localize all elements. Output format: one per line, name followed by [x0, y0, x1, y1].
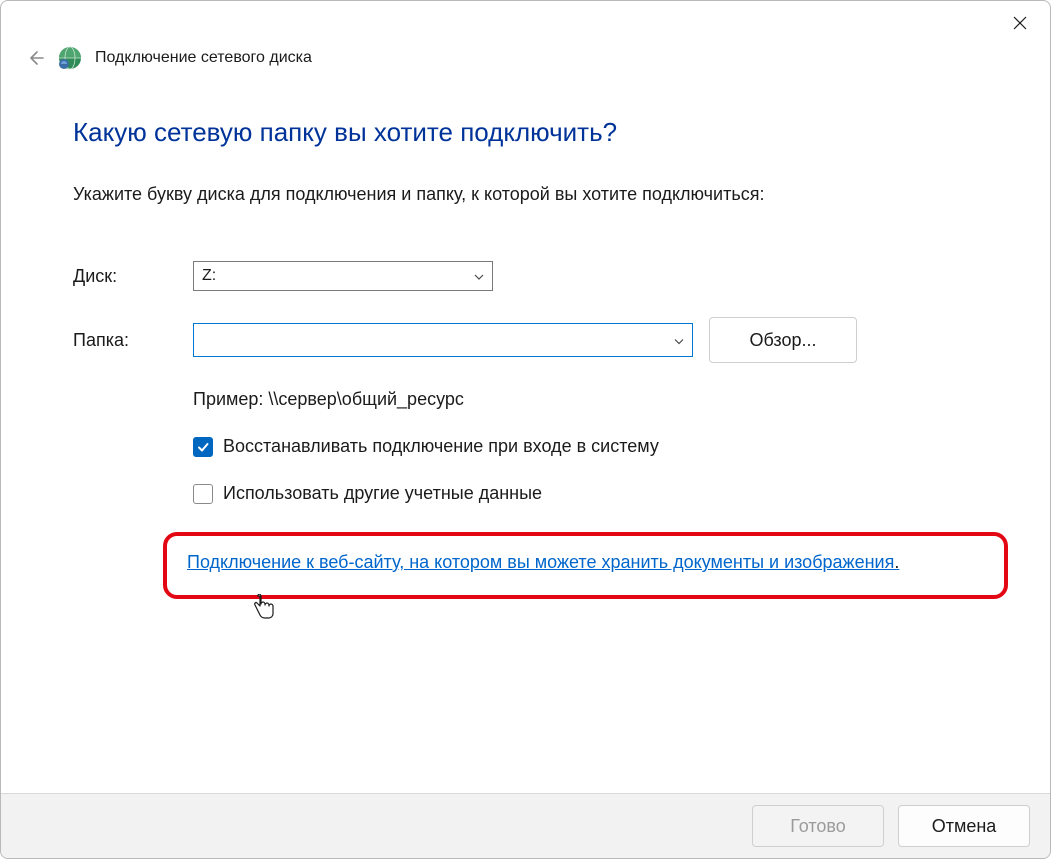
cancel-button[interactable]: Отмена: [898, 805, 1030, 847]
browse-button[interactable]: Обзор...: [709, 317, 857, 363]
credentials-checkbox[interactable]: [193, 484, 213, 504]
cancel-button-label: Отмена: [932, 816, 997, 837]
reconnect-checkbox-row[interactable]: Восстанавливать подключение при входе в …: [193, 436, 978, 457]
instruction-text: Укажите букву диска для подключения и па…: [73, 184, 978, 205]
header: Подключение сетевого диска: [1, 45, 1050, 77]
example-text: Пример: \\сервер\общий_ресурс: [193, 389, 978, 410]
main-heading: Какую сетевую папку вы хотите подключить…: [73, 117, 978, 148]
back-button[interactable]: [25, 48, 45, 68]
checkmark-icon: [196, 440, 210, 454]
link-highlight-box: Подключение к веб-сайту, на котором вы м…: [163, 532, 1008, 599]
reconnect-checkbox[interactable]: [193, 437, 213, 457]
close-button[interactable]: [998, 4, 1042, 42]
link-label: Подключение к веб-сайту, на котором вы м…: [187, 552, 894, 572]
close-icon: [1013, 16, 1027, 30]
folder-combobox[interactable]: [193, 323, 693, 357]
finish-button: Готово: [752, 805, 884, 847]
network-drive-icon: [57, 45, 83, 71]
finish-button-label: Готово: [790, 816, 846, 837]
drive-label: Диск:: [73, 266, 193, 287]
chevron-down-icon: [474, 267, 484, 285]
credentials-checkbox-row[interactable]: Использовать другие учетные данные: [193, 483, 978, 504]
browse-button-label: Обзор...: [750, 330, 817, 351]
form: Диск: Z: Папка: Обзор...: [73, 261, 978, 599]
chevron-down-icon: [674, 332, 684, 349]
back-arrow-icon: [26, 49, 44, 67]
content-area: Какую сетевую папку вы хотите подключить…: [1, 77, 1050, 793]
reconnect-checkbox-label: Восстанавливать подключение при входе в …: [223, 436, 659, 457]
titlebar: [1, 1, 1050, 45]
drive-select[interactable]: Z:: [193, 261, 493, 291]
wizard-dialog: Подключение сетевого диска Какую сетевую…: [0, 0, 1051, 859]
drive-select-value: Z:: [202, 267, 216, 285]
folder-label: Папка:: [73, 330, 193, 351]
credentials-checkbox-label: Использовать другие учетные данные: [223, 483, 542, 504]
hand-cursor-icon: [252, 594, 276, 626]
connect-website-link[interactable]: Подключение к веб-сайту, на котором вы м…: [187, 552, 899, 572]
dialog-title: Подключение сетевого диска: [95, 49, 312, 67]
footer: Готово Отмена: [1, 793, 1050, 858]
